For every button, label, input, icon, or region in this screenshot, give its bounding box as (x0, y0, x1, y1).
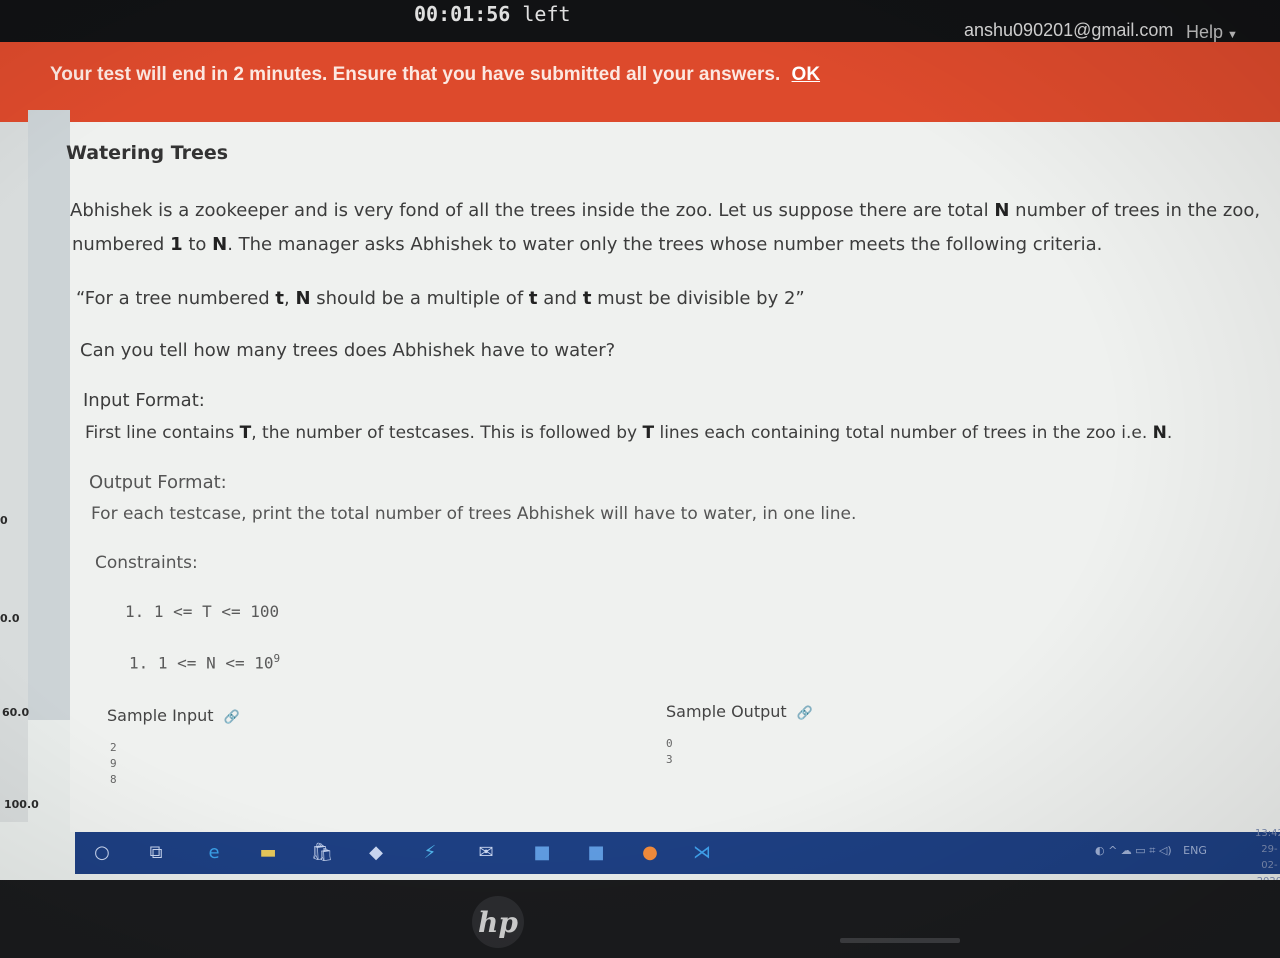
sample-input-label: Sample Input (107, 706, 214, 725)
top-bar: 00:01:56 left anshu090201@gmail.com Help… (0, 0, 1280, 42)
help-menu[interactable]: Help ▼ (1186, 22, 1238, 43)
link-icon[interactable]: 🔗 (797, 706, 813, 721)
timer-value: 00:01:56 (414, 2, 511, 26)
sample-output-block: 0 3 (666, 736, 673, 768)
help-label: Help (1186, 22, 1224, 42)
screen: 00:01:56 left anshu090201@gmail.com Help… (0, 0, 1280, 880)
input-var: T (642, 423, 655, 443)
system-tray: ◐ ^ ☁ ▭ ⌗ ◁) ENG (1095, 844, 1207, 858)
search-circle-icon[interactable]: ○ (87, 838, 117, 866)
statement-line-2: numbered 1 to N. The manager asks Abhish… (72, 234, 1102, 255)
countdown-timer: 00:01:56 left (414, 2, 571, 26)
input-text: First line contains (85, 423, 240, 443)
sample-input-line: 9 (110, 757, 117, 770)
banner-message: Your test will end in 2 minutes. Ensure … (50, 64, 820, 86)
dropbox-icon[interactable]: ◆ (361, 838, 391, 866)
axis-label: 60.0 (2, 706, 30, 719)
sample-output-line: 3 (666, 753, 673, 766)
input-text: lines each containing total number of tr… (654, 423, 1153, 443)
link-icon[interactable]: 🔗 (224, 710, 240, 725)
user-email[interactable]: anshu090201@gmail.com (964, 20, 1173, 41)
input-format-text: First line contains T, the number of tes… (85, 423, 1172, 443)
statement-text: numbered (72, 234, 171, 255)
statement-var: N (994, 200, 1010, 221)
axis-label: 0 (0, 514, 8, 527)
firefox-icon[interactable]: ● (635, 838, 665, 866)
input-text: , the number of testcases. This is follo… (251, 423, 643, 443)
criteria-text: “For a tree numbered (76, 288, 276, 309)
criteria-text: should be a multiple of (310, 288, 529, 309)
caret-down-icon: ▼ (1227, 29, 1238, 41)
criteria-quote: “For a tree numbered t, N should be a mu… (76, 288, 805, 309)
problem-panel (70, 122, 1280, 832)
statement-text: to (182, 234, 213, 255)
sample-input-heading: Sample Input 🔗 (107, 706, 240, 725)
tray-language[interactable]: ENG (1183, 844, 1207, 857)
constraint-exponent: 9 (273, 652, 281, 665)
sample-input-line: 2 (110, 741, 117, 754)
timer-suffix: left (522, 2, 571, 26)
criteria-var: N (295, 288, 311, 309)
criteria-text: must be divisible by 2” (591, 288, 805, 309)
statement-text: number of trees in the zoo, (1009, 200, 1261, 221)
axis-label: 100.0 (4, 798, 39, 811)
criteria-text: , (284, 288, 296, 309)
output-format-text: For each testcase, print the total numbe… (91, 504, 857, 524)
statement-line-1: Abhishek is a zookeeper and is very fond… (70, 200, 1260, 221)
constraint-t: 1. 1 <= T <= 100 (125, 602, 280, 621)
left-scroll-panel (28, 110, 70, 720)
banner-text: Your test will end in 2 minutes. Ensure … (50, 64, 781, 85)
clock-time: 13:42 (1255, 828, 1280, 839)
edge-browser-icon[interactable]: e (199, 838, 229, 866)
task-view-icon[interactable]: ⧉ (141, 838, 171, 866)
question-text: Can you tell how many trees does Abhishe… (80, 340, 616, 361)
hp-logo: hp (472, 896, 524, 948)
statement-text: Abhishek is a zookeeper and is very fond… (70, 200, 995, 221)
input-var: T (239, 423, 252, 443)
warning-banner: Your test will end in 2 minutes. Ensure … (0, 42, 1280, 122)
constraints-heading: Constraints: (95, 553, 198, 573)
criteria-text: and (537, 288, 583, 309)
vscode-icon[interactable]: ⋊ (687, 838, 717, 866)
sample-output-line: 0 (666, 737, 673, 750)
app-tile-icon[interactable]: ■ (527, 838, 557, 866)
input-format-heading: Input Format: (83, 390, 205, 411)
clock-date: 29-02-2020 (1257, 844, 1280, 880)
file-explorer-icon[interactable]: ▬ (253, 838, 283, 866)
app-tile-icon[interactable]: ■ (581, 838, 611, 866)
banner-ok-link[interactable]: OK (792, 64, 821, 85)
input-var: N (1152, 423, 1167, 443)
criteria-var: t (528, 288, 538, 309)
sample-output-heading: Sample Output 🔗 (666, 702, 813, 721)
criteria-var: t (275, 288, 284, 309)
tray-icons[interactable]: ◐ ^ ☁ ▭ ⌗ ◁) (1095, 844, 1172, 857)
taskbar-clock[interactable]: 13:42 29-02-2020 (1255, 826, 1280, 880)
statement-text: . The manager asks Abhishek to water onl… (227, 234, 1103, 255)
app-bolt-icon[interactable]: ⚡ (415, 838, 445, 866)
store-icon[interactable]: 🛍 (307, 838, 337, 866)
bezel-detail (840, 938, 960, 943)
mail-icon[interactable]: ✉ (471, 838, 501, 866)
sample-output-label: Sample Output (666, 702, 787, 721)
axis-label: 0.0 (0, 612, 20, 625)
statement-var: 1 (170, 234, 183, 255)
constraint-text: 1. 1 <= N <= 10 (129, 653, 274, 673)
sample-input-block: 2 9 8 (110, 740, 117, 788)
sample-input-line: 8 (110, 773, 117, 786)
constraint-n: 1. 1 <= N <= 109 (129, 652, 280, 672)
problem-title: Watering Trees (66, 142, 229, 164)
output-format-heading: Output Format: (89, 472, 227, 493)
input-text: . (1166, 423, 1173, 443)
windows-taskbar: ○ ⧉ e ▬ 🛍 ◆ ⚡ ✉ ■ ■ ● ⋊ ◐ ^ ☁ ▭ ⌗ ◁) ENG… (75, 828, 1280, 880)
statement-var: N (212, 234, 228, 255)
